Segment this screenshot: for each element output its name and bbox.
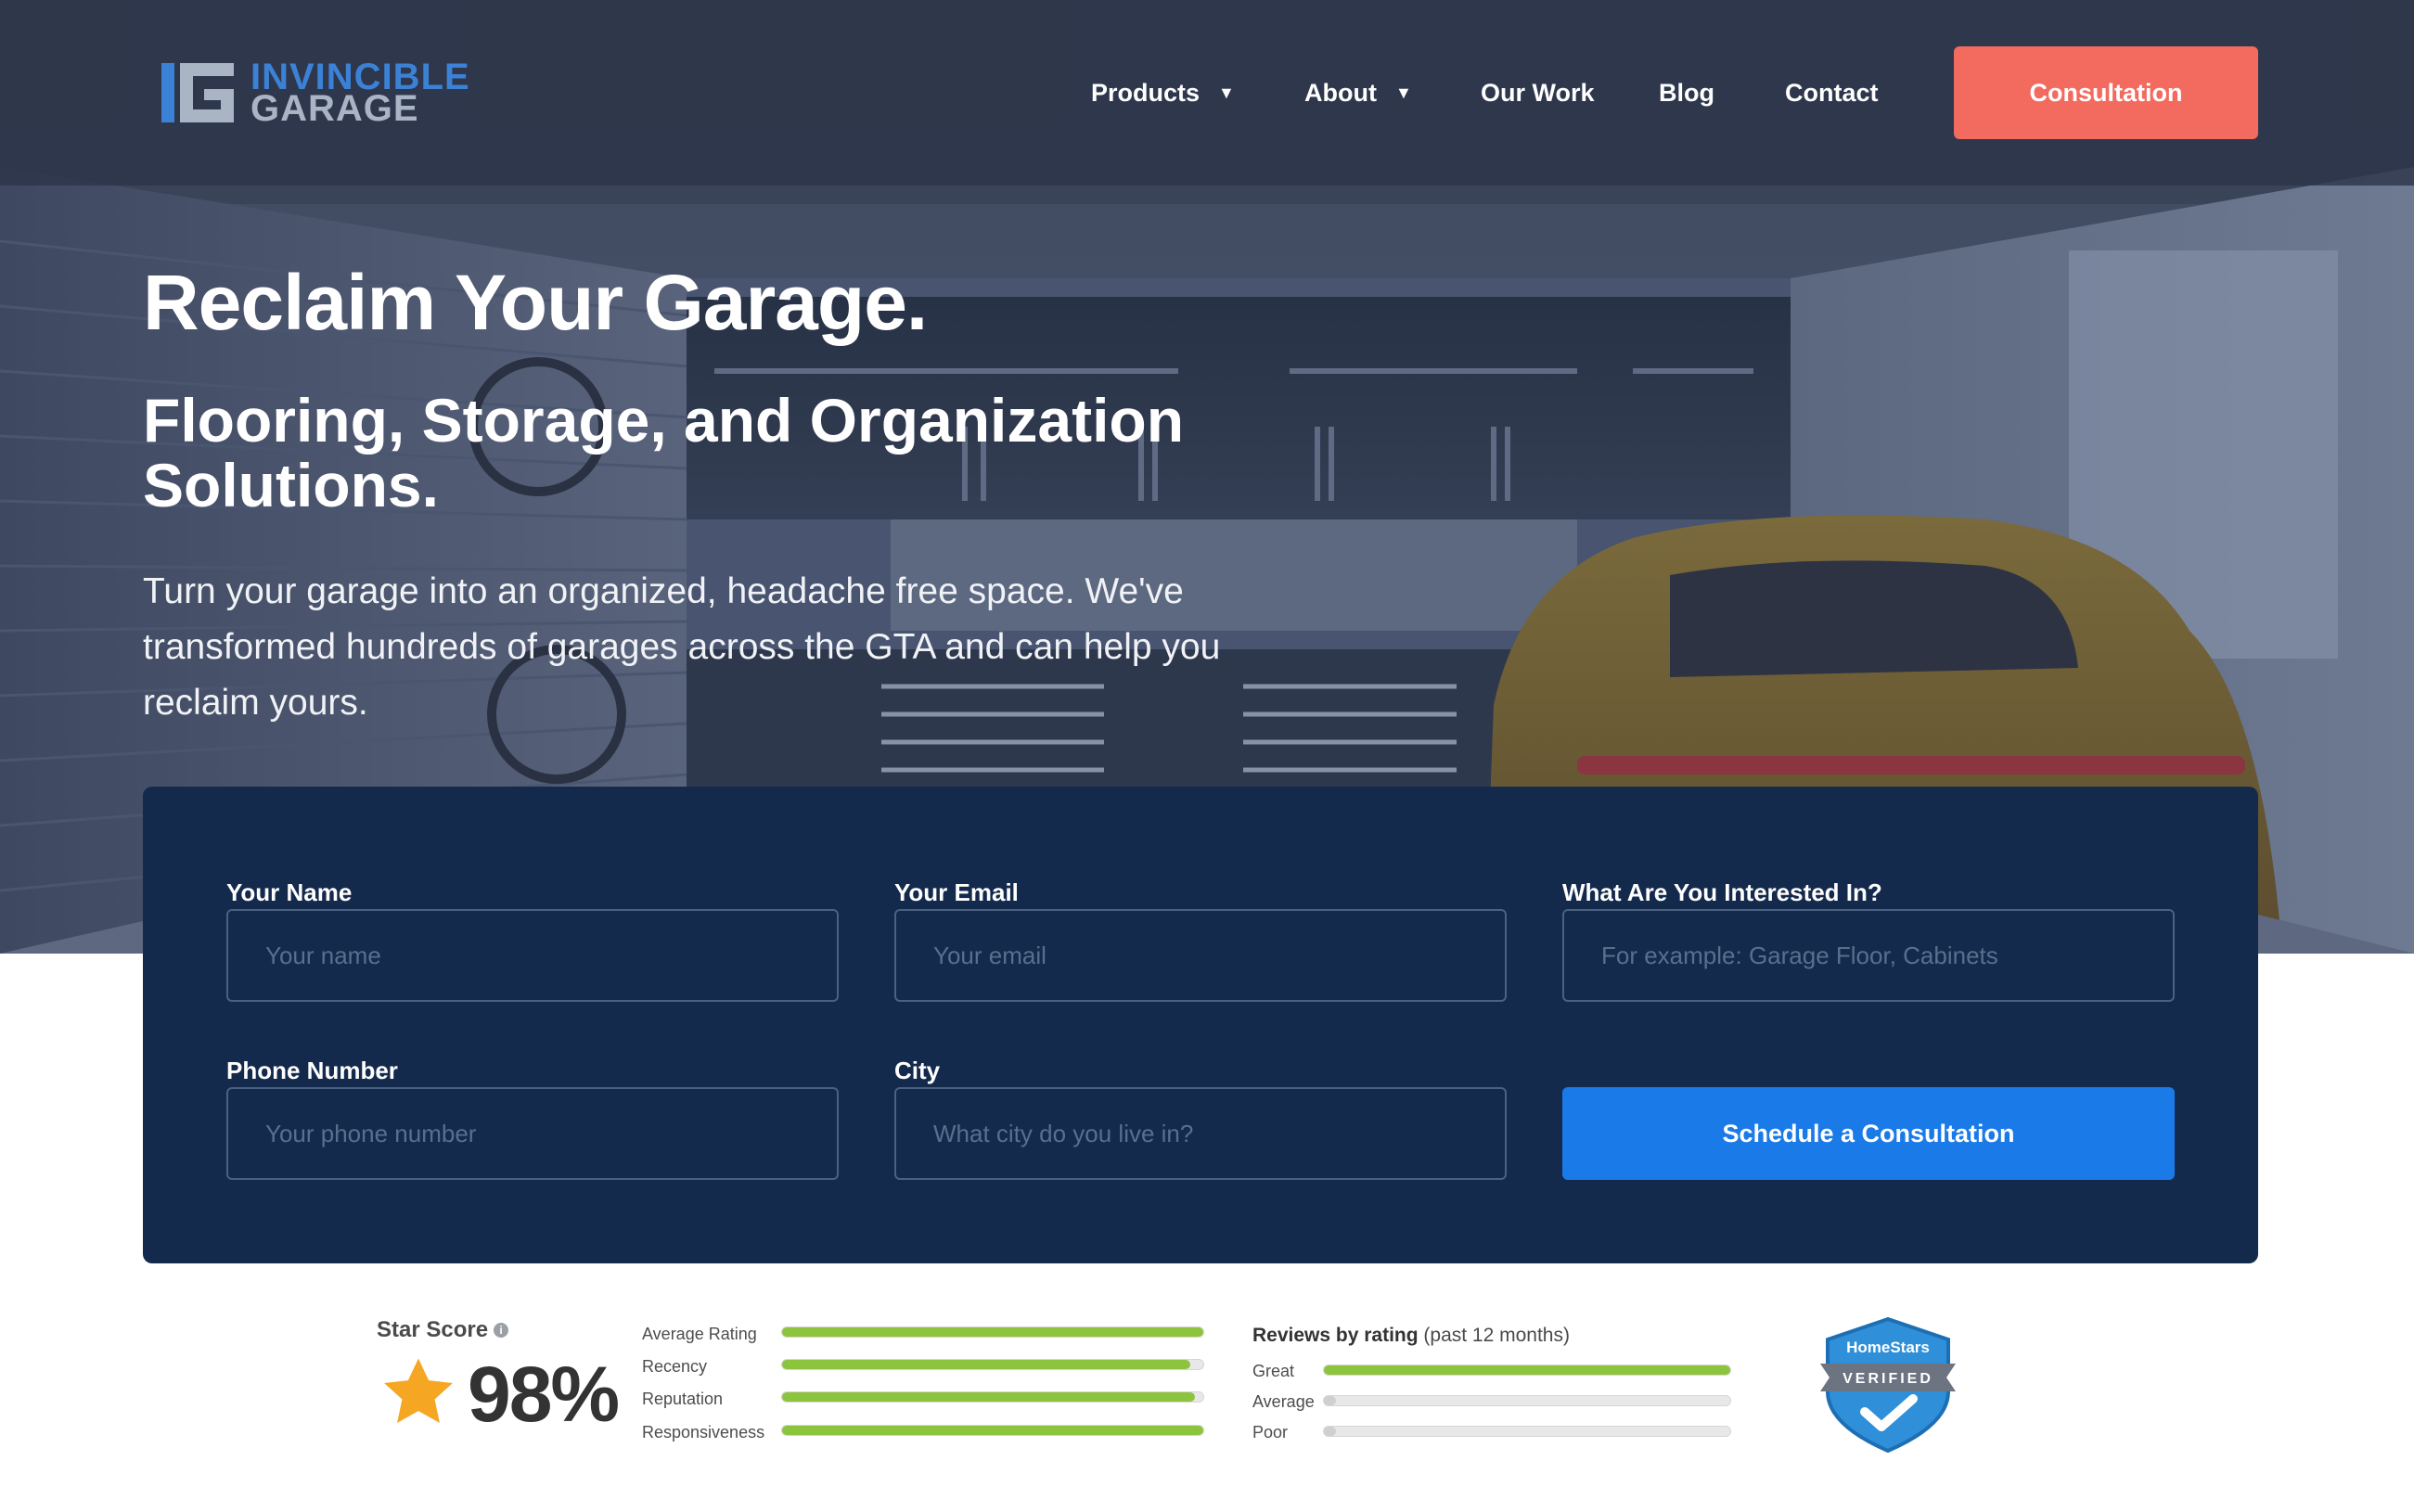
reviews-by-rating-label: Reviews by rating <box>1252 1325 1419 1346</box>
city-label: City <box>894 1057 941 1084</box>
badge-verified-text: VERIFIED <box>1843 1371 1933 1387</box>
name-input[interactable] <box>226 909 839 1002</box>
page: INVINCIBLE GARAGE Products ▼ About ▼ Our… <box>0 0 2414 1512</box>
hero-description: Turn your garage into an organized, head… <box>143 571 1221 723</box>
nav-item-products[interactable]: Products ▼ <box>1091 72 1235 113</box>
consultation-button[interactable]: Consultation <box>1954 46 2258 139</box>
metric-responsiveness-label: Responsiveness <box>642 1423 765 1442</box>
rating-average-bar <box>1323 1395 1731 1406</box>
homestars-review-widget[interactable]: Star Score i 98% Average Rating Recency … <box>0 1299 2414 1512</box>
rating-great-bar <box>1323 1365 1731 1376</box>
bar-fill <box>1324 1396 1337 1405</box>
brand-logo[interactable]: INVINCIBLE GARAGE <box>161 58 470 129</box>
bar-fill <box>782 1327 1203 1337</box>
chevron-down-icon: ▼ <box>1218 83 1235 102</box>
bar-fill <box>782 1392 1195 1402</box>
consultation-form: Your Name Your Email What Are You Intere… <box>143 787 2258 1263</box>
nav-item-label: Products <box>1091 79 1201 107</box>
nav-item-label: Blog <box>1659 79 1714 107</box>
nav-item-contact[interactable]: Contact <box>1785 72 1879 113</box>
star-score-value: 98% <box>468 1351 620 1438</box>
rating-average-label: Average <box>1252 1392 1315 1411</box>
nav-item-blog[interactable]: Blog <box>1659 72 1714 113</box>
metric-recency-bar <box>781 1359 1204 1370</box>
reviews-by-rating-title: Reviews by rating (past 12 months) <box>1252 1325 1570 1347</box>
info-icon[interactable]: i <box>494 1323 509 1338</box>
hero-title: Reclaim Your Garage. <box>143 259 928 346</box>
brand-line2: GARAGE <box>250 88 419 129</box>
bar-fill <box>782 1360 1191 1369</box>
interest-label: What Are You Interested In? <box>1562 878 1882 906</box>
rating-poor-label: Poor <box>1252 1423 1289 1442</box>
star-score-title: Star Score i <box>377 1317 509 1343</box>
metric-average-rating-bar <box>781 1326 1204 1338</box>
interest-input[interactable] <box>1562 909 2175 1002</box>
chevron-down-icon: ▼ <box>1394 83 1412 102</box>
rating-great-label: Great <box>1252 1362 1295 1380</box>
bar-fill <box>1324 1427 1337 1436</box>
phone-label: Phone Number <box>226 1057 398 1084</box>
hero-subtitle: Flooring, Storage, and Organization Solu… <box>143 386 1185 519</box>
reviews-by-rating-period: (past 12 months) <box>1423 1325 1570 1346</box>
city-input[interactable] <box>894 1087 1507 1180</box>
nav-item-our-work[interactable]: Our Work <box>1481 72 1595 113</box>
metric-reputation-label: Reputation <box>642 1390 724 1408</box>
star-score-label: Star Score <box>377 1317 489 1342</box>
phone-input[interactable] <box>226 1087 839 1180</box>
badge-brand-text: HomeStars <box>1846 1339 1930 1356</box>
homestars-verified-badge[interactable]: HomeStars VERIFIED <box>1818 1315 1958 1454</box>
brand-wordmark: INVINCIBLE GARAGE <box>250 58 470 129</box>
nav-item-label: Contact <box>1785 79 1879 107</box>
bar-fill <box>1324 1365 1730 1375</box>
metric-recency-label: Recency <box>642 1357 708 1376</box>
rating-poor-bar <box>1323 1426 1731 1437</box>
bar-fill <box>782 1426 1203 1435</box>
star-icon <box>384 1358 453 1423</box>
site-header: INVINCIBLE GARAGE Products ▼ About ▼ Our… <box>0 0 2414 186</box>
metric-responsiveness-bar <box>781 1425 1204 1436</box>
nav-item-label: Our Work <box>1481 79 1595 107</box>
metric-reputation-bar <box>781 1391 1204 1403</box>
nav-item-about[interactable]: About ▼ <box>1304 72 1412 113</box>
name-label: Your Name <box>226 878 353 906</box>
email-label: Your Email <box>894 878 1019 906</box>
schedule-consultation-button[interactable]: Schedule a Consultation <box>1562 1087 2175 1180</box>
nav-item-label: About <box>1304 79 1377 107</box>
brand-logo-icon <box>161 63 234 122</box>
metric-average-rating-label: Average Rating <box>642 1325 757 1343</box>
email-input[interactable] <box>894 909 1507 1002</box>
